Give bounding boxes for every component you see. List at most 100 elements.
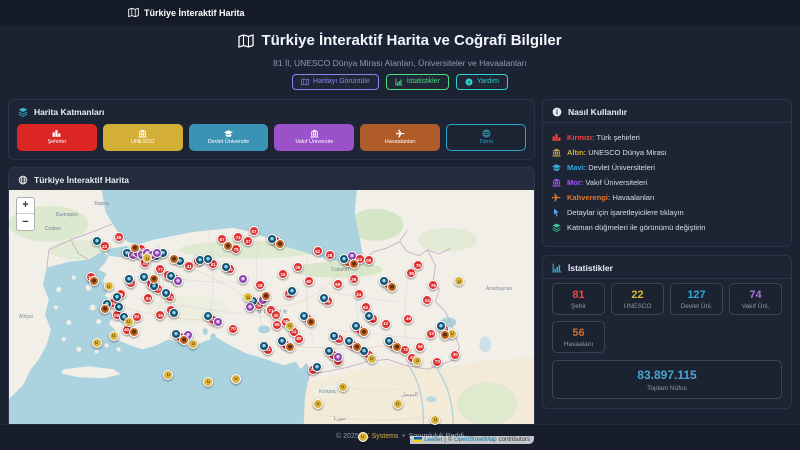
city-marker[interactable]: 80: [293, 333, 304, 344]
city-marker[interactable]: 13: [426, 328, 437, 339]
city-marker[interactable]: 52: [312, 246, 323, 257]
airport-marker[interactable]: [223, 241, 234, 252]
help-button[interactable]: ? Yardım: [455, 73, 508, 90]
unesco-marker[interactable]: U: [203, 376, 214, 387]
city-marker[interactable]: 40: [270, 310, 281, 320]
state-university-marker[interactable]: [318, 293, 329, 304]
city-marker[interactable]: 56: [415, 341, 426, 352]
airport-marker[interactable]: [261, 291, 272, 302]
private-university-marker[interactable]: [332, 351, 343, 362]
city-marker[interactable]: 64: [143, 293, 154, 304]
unesco-marker[interactable]: U: [366, 353, 377, 364]
airport-marker[interactable]: [274, 239, 285, 250]
view-map-button[interactable]: Haritayı Görüntüle: [292, 73, 379, 90]
airport-marker[interactable]: [284, 341, 295, 352]
city-marker[interactable]: 36: [406, 268, 417, 279]
unesco-marker[interactable]: U: [103, 281, 114, 292]
unesco-marker[interactable]: U: [312, 398, 323, 409]
zoom-in-button[interactable]: +: [17, 198, 34, 214]
city-marker[interactable]: 74: [233, 232, 244, 243]
airport-marker[interactable]: [169, 254, 180, 265]
city-marker[interactable]: 19: [277, 269, 288, 280]
state-university-marker[interactable]: [328, 330, 339, 341]
state-university-marker[interactable]: [311, 361, 322, 372]
airport-marker[interactable]: [88, 276, 99, 287]
airport-marker[interactable]: [305, 316, 316, 327]
leaflet-link[interactable]: Leaflet: [424, 437, 442, 443]
unesco-marker[interactable]: U: [454, 276, 465, 287]
city-marker[interactable]: 05: [292, 262, 303, 273]
airport-marker[interactable]: [358, 326, 369, 337]
zoom-out-button[interactable]: −: [17, 214, 34, 230]
navbar-brand[interactable]: Türkiye İnteraktif Harita: [128, 7, 245, 18]
airport-marker[interactable]: [149, 274, 160, 285]
state-university-marker[interactable]: [259, 340, 270, 351]
unesco-marker[interactable]: U: [188, 338, 199, 349]
unesco-marker[interactable]: U: [163, 369, 174, 380]
unesco-marker[interactable]: U: [231, 373, 242, 384]
layer-button-t-m-[interactable]: Tümü: [446, 123, 526, 151]
airport-marker[interactable]: [351, 341, 362, 352]
state-university-marker[interactable]: [139, 272, 150, 283]
state-university-marker[interactable]: [363, 311, 374, 321]
layer-button-devlet-niversite[interactable]: Devlet Üniversite: [188, 123, 269, 151]
state-university-marker[interactable]: [169, 308, 180, 318]
state-university-marker[interactable]: [113, 302, 124, 313]
state-university-marker[interactable]: [203, 254, 214, 265]
unesco-marker[interactable]: U: [430, 414, 441, 425]
private-university-marker[interactable]: [245, 302, 256, 313]
state-university-marker[interactable]: [161, 288, 172, 299]
city-marker[interactable]: 24: [353, 289, 364, 300]
state-university-marker[interactable]: [221, 262, 232, 273]
private-university-marker[interactable]: [152, 248, 163, 259]
city-marker[interactable]: 77: [155, 264, 166, 275]
private-university-marker[interactable]: [238, 274, 249, 285]
airport-marker[interactable]: [179, 334, 190, 345]
airport-marker[interactable]: [129, 243, 140, 254]
city-marker[interactable]: 39: [113, 232, 124, 243]
layer-button--ehirler[interactable]: Şehirler: [17, 123, 97, 151]
state-university-marker[interactable]: [123, 274, 134, 285]
city-marker[interactable]: 29: [348, 274, 359, 285]
unesco-marker[interactable]: U: [412, 355, 423, 366]
unesco-marker[interactable]: U: [108, 330, 119, 341]
airport-marker[interactable]: [391, 341, 402, 352]
map-canvas[interactable]: + − СофияБългарияВарнаΑθήναTürkiyeΚύπρος…: [9, 189, 534, 444]
layer-button-unesco[interactable]: UNESCO: [102, 123, 183, 151]
unesco-marker[interactable]: U: [243, 292, 254, 303]
layer-button-havaalanlar-[interactable]: Havaalanları: [360, 123, 441, 151]
airport-marker[interactable]: [99, 304, 110, 315]
city-marker[interactable]: 37: [243, 236, 254, 247]
layer-button-vak-f-niversite[interactable]: Vakıf Üniversite: [274, 123, 355, 151]
city-marker[interactable]: 08: [363, 255, 374, 266]
state-university-marker[interactable]: [286, 286, 297, 297]
statistics-button[interactable]: İstatistikler: [385, 73, 449, 90]
city-marker[interactable]: 18: [255, 280, 266, 291]
city-marker[interactable]: 75: [413, 260, 424, 271]
airport-marker[interactable]: [386, 282, 397, 293]
unesco-marker[interactable]: U: [357, 431, 368, 442]
city-marker[interactable]: 15: [155, 310, 166, 320]
city-marker[interactable]: 57: [249, 226, 260, 237]
state-university-marker[interactable]: [111, 292, 122, 303]
city-marker[interactable]: 60: [303, 276, 314, 287]
unesco-marker[interactable]: U: [142, 253, 153, 264]
city-marker[interactable]: 28: [324, 250, 335, 261]
city-marker[interactable]: 12: [380, 318, 391, 329]
city-marker[interactable]: 49: [403, 313, 414, 324]
unesco-marker[interactable]: U: [284, 320, 295, 331]
city-marker[interactable]: 69: [332, 279, 343, 290]
city-marker[interactable]: 73: [432, 356, 443, 367]
airport-marker[interactable]: [440, 329, 451, 340]
city-marker[interactable]: 30: [450, 349, 461, 360]
city-marker[interactable]: 76: [428, 280, 439, 291]
city-marker[interactable]: 04: [422, 295, 433, 306]
osm-link[interactable]: OpenStreetMap: [454, 437, 496, 443]
airport-marker[interactable]: [128, 326, 139, 337]
private-university-marker[interactable]: [213, 316, 224, 327]
state-university-marker[interactable]: [203, 311, 214, 321]
city-marker[interactable]: 68: [271, 319, 282, 330]
airport-marker[interactable]: [348, 259, 359, 270]
unesco-marker[interactable]: U: [91, 337, 102, 348]
state-university-marker[interactable]: [91, 236, 102, 247]
